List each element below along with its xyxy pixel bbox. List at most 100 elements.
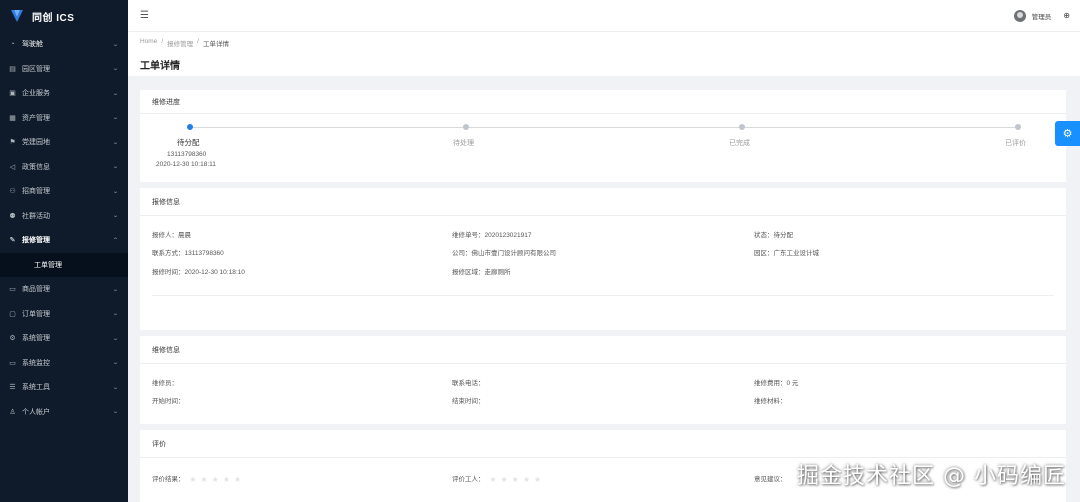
order-icon: ▢ (9, 310, 16, 318)
step-time: 2020-12-30 10:18:11 (156, 161, 216, 168)
group-icon: ⚉ (9, 212, 16, 220)
evaluation-result-label: 评价结果： (152, 476, 185, 483)
top-header: ☰ 管理员 ⊕ (128, 0, 1080, 32)
menu-toggle-icon[interactable]: ☰ (140, 10, 149, 21)
megaphone-icon: ◁ (9, 163, 16, 171)
sidebar-item-assets[interactable]: ▦ 资产管理 ⌄ (0, 106, 128, 131)
chevron-down-icon: ⌄ (112, 311, 119, 318)
sidebar-item-goods[interactable]: ▭ 商品管理 ⌄ (0, 277, 128, 302)
star-icon[interactable]: ★ (189, 475, 196, 484)
evaluation-worker-stars[interactable]: ★ ★ ★ ★ ★ (489, 475, 541, 484)
sidebar-item-label: 资产管理 (22, 114, 50, 122)
contact-field: 联系方式：13113798360 (152, 250, 224, 257)
progress-steps: 待分配 待处理 已完成 已评价 13113798360 2020-12-30 1… (140, 114, 1066, 182)
user-name[interactable]: 管理员 (1032, 11, 1052, 21)
sidebar-item-label: 商品管理 (22, 286, 50, 294)
maintenance-info-card: 维修信息 维修员： 联系电话： 维修费用：0 元 开始时间： 结束时间： 维修材… (140, 336, 1066, 424)
sidebar-item-label: 系统管理 (22, 335, 50, 343)
sidebar-item-policy[interactable]: ◁ 政策信息 ⌄ (0, 155, 128, 180)
app-logo[interactable]: 同创 ICS (0, 0, 128, 32)
chevron-down-icon: ⌄ (112, 139, 119, 146)
report-time-field: 报修时间：2020-12-30 10:18:10 (152, 269, 245, 276)
sidebar-item-park[interactable]: ▤ 园区管理 ⌄ (0, 57, 128, 82)
step-label-evaluated: 已评价 (1005, 140, 1026, 147)
step-dot (739, 124, 745, 130)
star-icon[interactable]: ★ (512, 475, 519, 484)
evaluation-result-stars[interactable]: ★ ★ ★ ★ ★ (189, 475, 241, 484)
park-field: 园区：广东工业设计城 (754, 250, 819, 257)
order-number-field: 维修单号：2020123021917 (452, 232, 532, 239)
sidebar: 同创 ICS ◔ 驾驶舱 ⌄ ▤ 园区管理 ⌄ ▣ 企业服务 ⌄ ▦ 资产管理 ⌄ ⚑ 党建园地 ⌄… (0, 0, 128, 502)
company-field: 公司：佛山市壹门设计顾问有限公司 (452, 250, 556, 257)
step-phone: 13113798360 (167, 151, 207, 158)
sidebar-item-party[interactable]: ⚑ 党建园地 ⌄ (0, 130, 128, 155)
gear-icon: ⚙ (9, 335, 16, 343)
chevron-down-icon: ⌄ (112, 188, 119, 195)
status-field: 状态：待分配 (754, 232, 793, 239)
evaluation-worker-field: 评价工人： ★ ★ ★ ★ ★ (452, 473, 541, 484)
sidebar-item-label: 个人帐户 (22, 408, 50, 416)
step-dot-active (187, 124, 193, 130)
page-title: 工单详情 (140, 61, 180, 72)
star-icon[interactable]: ★ (489, 475, 496, 484)
breadcrumb: Home / 报修管理 / 工单详情 (140, 38, 1068, 48)
step-connector (469, 127, 739, 128)
shop-icon: ▭ (9, 286, 16, 294)
sidebar-item-investment[interactable]: ⚇ 招商管理 ⌄ (0, 179, 128, 204)
settings-float-button[interactable]: ⚙ (1055, 121, 1080, 146)
wrench-icon: ✎ (9, 237, 16, 245)
chevron-down-icon: ⌄ (112, 409, 119, 416)
chevron-down-icon: ⌄ (112, 164, 119, 171)
chevron-down-icon: ⌄ (112, 335, 119, 342)
building-icon: ▤ (9, 65, 16, 73)
sidebar-item-label: 园区管理 (22, 65, 50, 73)
sidebar-item-label: 企业服务 (22, 90, 50, 98)
sidebar-item-label: 招商管理 (22, 188, 50, 196)
sidebar-item-dashboard[interactable]: ◔ 驾驶舱 ⌄ (0, 32, 128, 57)
sidebar-item-tools[interactable]: ☰ 系统工具 ⌄ (0, 375, 128, 400)
sidebar-subitem-work-orders[interactable]: 工单管理 (0, 252, 128, 277)
language-icon[interactable]: ⊕ (1063, 11, 1070, 20)
star-icon[interactable]: ★ (500, 475, 507, 484)
star-icon[interactable]: ★ (223, 475, 230, 484)
page-header: Home / 报修管理 / 工单详情 工单详情 (128, 32, 1080, 76)
step-connector (745, 127, 1015, 128)
sidebar-item-label: 党建园地 (22, 139, 50, 147)
sidebar-item-enterprise[interactable]: ▣ 企业服务 ⌄ (0, 81, 128, 106)
sidebar-item-orders[interactable]: ▢ 订单管理 ⌄ (0, 302, 128, 327)
chevron-down-icon: ⌄ (112, 360, 119, 367)
avatar[interactable] (1013, 9, 1026, 22)
repair-info-title: 报修信息 (140, 188, 1066, 216)
chevron-down-icon: ⌄ (112, 90, 119, 97)
material-field: 维修材料： (754, 398, 787, 405)
app-name: 同创 ICS (32, 12, 75, 24)
star-icon[interactable]: ★ (523, 475, 530, 484)
chevron-down-icon: ⌄ (112, 384, 119, 391)
breadcrumb-repair[interactable]: 报修管理 (167, 38, 193, 48)
star-icon[interactable]: ★ (534, 475, 541, 484)
step-dot (463, 124, 469, 130)
worker-field: 维修员： (152, 380, 178, 387)
star-icon[interactable]: ★ (212, 475, 219, 484)
chevron-down-icon: ⌄ (112, 286, 119, 293)
sidebar-item-community[interactable]: ⚉ 社群活动 ⌄ (0, 204, 128, 229)
star-icon[interactable]: ★ (200, 475, 207, 484)
sidebar-item-label: 政策信息 (22, 163, 50, 171)
chevron-down-icon: ⌄ (112, 115, 119, 122)
sidebar-item-system[interactable]: ⚙ 系统管理 ⌄ (0, 326, 128, 351)
progress-card-title: 维修进度 (140, 90, 1066, 114)
sidebar-item-label: 驾驶舱 (22, 41, 43, 49)
sidebar-item-account[interactable]: ♙ 个人帐户 ⌄ (0, 400, 128, 425)
repair-info-card: 报修信息 报修人：晨晨 维修单号：2020123021917 状态：待分配 联系… (140, 188, 1066, 330)
sidebar-item-label: 系统工具 (22, 384, 50, 392)
sidebar-item-repair[interactable]: ✎ 报修管理 ⌃ (0, 228, 128, 253)
sidebar-item-monitor[interactable]: ▭ 系统监控 ⌄ (0, 351, 128, 376)
star-icon[interactable]: ★ (234, 475, 241, 484)
sidebar-menu: ◔ 驾驶舱 ⌄ ▤ 园区管理 ⌄ ▣ 企业服务 ⌄ ▦ 资产管理 ⌄ ⚑ 党建园地 ⌄ ◁ 政策信息 ⌄… (0, 32, 128, 424)
start-time-field: 开始时间： (152, 398, 185, 405)
chevron-down-icon: ⌄ (112, 41, 119, 48)
repair-area-field: 报修区域：走廊厕所 (452, 269, 511, 276)
step-label-pending-process: 待处理 (453, 140, 474, 147)
people-icon: ⚇ (9, 188, 16, 196)
breadcrumb-home[interactable]: Home (140, 38, 157, 48)
